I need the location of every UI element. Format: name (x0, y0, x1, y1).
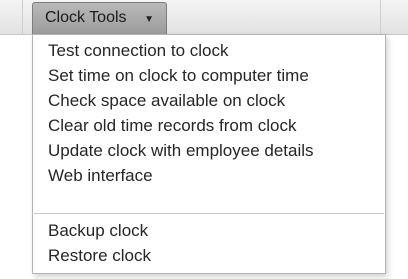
toolbar-separator (22, 0, 23, 34)
menu-item-check-space[interactable]: Check space available on clock (48, 90, 285, 112)
clock-tools-menu-button[interactable]: Clock Tools ▼ (32, 2, 167, 34)
menu-item-clear-old-records[interactable]: Clear old time records from clock (48, 115, 296, 137)
menu-item-web-interface[interactable]: Web interface (48, 165, 153, 187)
chevron-down-icon: ▼ (144, 14, 154, 25)
menu-item-restore-clock[interactable]: Restore clock (48, 245, 151, 267)
app-window: Clock Tools ▼ Test connection to clock S… (0, 0, 408, 279)
menu-item-backup-clock[interactable]: Backup clock (48, 220, 148, 242)
menu-divider (34, 213, 384, 214)
menu-item-set-time[interactable]: Set time on clock to computer time (48, 65, 309, 87)
clock-tools-dropdown-menu: Test connection to clock Set time on clo… (32, 34, 386, 274)
toolbar: Clock Tools ▼ (0, 0, 408, 35)
toolbar-separator (380, 0, 381, 34)
menu-item-update-employees[interactable]: Update clock with employee details (48, 140, 314, 162)
menu-item-test-connection[interactable]: Test connection to clock (48, 40, 228, 62)
clock-tools-menu-label: Clock Tools (45, 9, 127, 26)
